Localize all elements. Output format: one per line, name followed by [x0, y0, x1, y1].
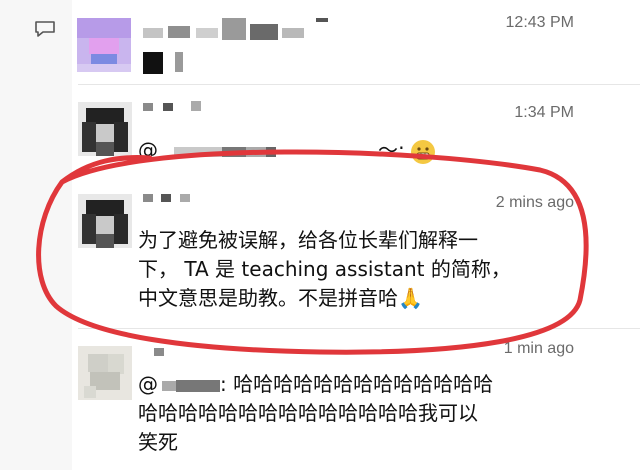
- message-body: @: 哈哈哈哈哈哈哈哈哈哈哈哈哈 哈哈哈哈哈哈哈哈哈哈哈哈哈哈我可以 笑死: [138, 370, 578, 457]
- avatar[interactable]: [77, 18, 131, 72]
- message-line: @: 哈哈哈哈哈哈哈哈哈哈哈哈哈: [138, 372, 494, 396]
- message-line: 为了避免被误解，给各位长辈们解释一: [138, 228, 478, 252]
- avatar[interactable]: [78, 102, 132, 156]
- timestamp: 1:34 PM: [514, 104, 574, 121]
- message-item[interactable]: 12:43 PM: [0, 0, 640, 82]
- message-item-highlighted[interactable]: 2 mins ago 为了避免被误解，给各位长辈们解释一 下， TA 是 tea…: [0, 184, 640, 314]
- timestamp: 2 mins ago: [495, 194, 574, 211]
- message-line: 中文意思是助教。不是拼音哈🙏: [138, 286, 423, 310]
- mention-at: @: [138, 372, 158, 396]
- timestamp: 1 min ago: [503, 340, 574, 357]
- message-divider: [78, 84, 640, 85]
- grimace-emoji-icon: [411, 139, 436, 164]
- mention-at: @: [138, 138, 158, 162]
- message-item[interactable]: 1 min ago @: 哈哈哈哈哈哈哈哈哈哈哈哈哈 哈哈哈哈哈哈哈哈哈哈哈哈哈…: [0, 332, 640, 470]
- message-divider: [78, 328, 640, 329]
- message-text: ～:: [378, 138, 412, 162]
- message-item[interactable]: 1:34 PM @ ～:: [0, 86, 640, 176]
- avatar[interactable]: [78, 346, 132, 400]
- message-line: 下， TA 是 teaching assistant 的简称，: [138, 257, 511, 281]
- avatar[interactable]: [78, 194, 132, 248]
- mention-name-redacted: [162, 380, 176, 391]
- mention-name-redacted: [174, 146, 222, 157]
- message-body: @ ～:: [138, 136, 558, 165]
- timestamp: 12:43 PM: [505, 14, 574, 31]
- message-body: 为了避免被误解，给各位长辈们解释一 下， TA 是 teaching assis…: [138, 226, 578, 313]
- message-line: 哈哈哈哈哈哈哈哈哈哈哈哈哈哈我可以: [138, 401, 478, 425]
- message-line: 笑死: [138, 430, 178, 454]
